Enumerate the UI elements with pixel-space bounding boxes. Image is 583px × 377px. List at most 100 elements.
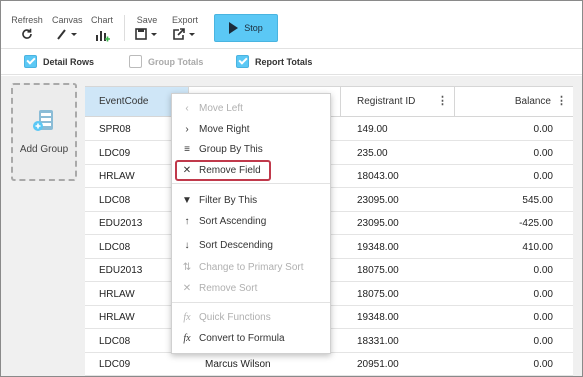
column-header-balance[interactable]: Balance ⋮ [455,87,573,117]
cell-balance: 410.00 [522,241,553,253]
arrow-down-icon: ↓ [184,240,190,251]
chevron-right-icon: › [185,124,189,135]
cell-balance: 0.00 [533,312,553,323]
fx-icon: fx [183,312,191,323]
menu-item-label: Move Right [199,124,250,135]
cell-balance: 0.00 [533,359,553,370]
menu-item-label: Filter By This [199,195,258,206]
menu-item-convert-to-formula[interactable]: fx Convert to Formula [172,329,330,349]
group-totals-toggle[interactable]: Group Totals [129,55,203,68]
cell-balance: -425.00 [519,218,553,229]
arrow-up-icon: ↑ [184,216,190,227]
menu-item-change-to-primary-sort: ⇅ Change to Primary Sort [172,258,330,278]
column-header-registrant-id[interactable]: Registrant ID ⋮ [341,87,455,117]
report-window: Refresh Canvas Chart Save Export Stop De… [0,0,583,377]
save-label: Save [136,15,158,25]
column-header-label: Balance [514,96,551,107]
cell-registrant-id: 20951.00 [357,359,399,370]
toolbar: Refresh Canvas Chart Save Export Stop [1,1,582,49]
cell-registrant-id: 23095.00 [357,218,399,229]
menu-item-sort-ascending[interactable]: ↑ Sort Ascending [172,212,330,232]
menu-item-filter-by-this[interactable]: ▼ Filter By This [172,191,330,211]
cell-balance: 0.00 [533,288,553,300]
cell-registrant-id: 18331.00 [357,335,399,347]
cell-registrant-id: 19348.00 [357,312,399,323]
export-icon [170,28,200,44]
export-label: Export [171,15,198,25]
canvas-label: Canvas [52,15,83,25]
column-context-menu: ‹ Move Left › Move Right ≡ Group By This ✕ Remo… [171,93,331,354]
cell-balance: 0.00 [533,335,553,347]
stop-label: Stop [244,23,263,33]
menu-item-label: Move Left [199,103,243,114]
menu-item-label: Group By This [199,144,263,155]
report-totals-label: Report Totals [255,56,313,67]
chart-button[interactable]: Chart [90,15,114,44]
menu-item-remove-sort: ✕ Remove Sort [172,279,330,299]
menu-item-move-left: ‹ Move Left [172,99,330,119]
menu-item-move-right[interactable]: › Move Right [172,120,330,140]
column-menu-icon[interactable]: ⋮ [556,96,567,107]
chart-label: Chart [90,15,113,25]
chevron-left-icon: ‹ [185,103,189,114]
fx-icon: fx [183,333,191,344]
menu-item-label: Remove Sort [199,283,258,294]
table-row[interactable]: LDC09 Marcus Wilson 20951.00 0.00 [85,353,573,376]
group-totals-checkbox[interactable] [129,55,142,68]
cell-registrant-id: 19348.00 [357,241,399,253]
column-header-label: Registrant ID [357,96,416,107]
cell-registrant-id: 18075.00 [357,265,399,276]
column-header-label: EventCode [99,96,149,107]
cell-registrant-id: 18075.00 [357,288,399,300]
save-button[interactable]: Save [133,15,161,44]
save-icon [133,28,161,44]
refresh-icon [11,28,43,44]
menu-item-quick-functions: fx Quick Functions [172,308,330,328]
filter-icon: ▼ [182,195,192,206]
group-lines-icon: ≡ [184,144,190,155]
group-totals-label: Group Totals [148,56,204,67]
menu-item-label: Quick Functions [199,312,271,323]
menu-item-label: Sort Ascending [199,216,267,227]
cell-balance: 0.00 [533,265,553,276]
cell-registrant-id: 18043.00 [357,171,399,182]
cell-registrant-id: 235.00 [357,147,388,159]
play-icon [229,22,239,34]
menu-item-sort-descending[interactable]: ↓ Sort Descending [172,236,330,256]
column-menu-icon[interactable]: ⋮ [437,96,448,107]
refresh-label: Refresh [11,15,43,25]
toolbar-divider [124,15,125,41]
close-icon: ✕ [182,283,192,294]
add-group-dropzone[interactable]: Add Group [11,83,77,181]
menu-item-label: Convert to Formula [199,333,285,344]
menu-divider [172,183,330,184]
cell-balance: 0.00 [533,171,553,182]
stop-button[interactable]: Stop [214,14,278,42]
cell-name: Marcus Wilson [205,359,271,370]
detail-rows-checkbox[interactable] [24,55,37,68]
add-group-icon [31,109,57,138]
cell-eventcode: LDC09 [99,359,131,370]
detail-rows-label: Detail Rows [43,56,95,67]
primary-sort-icon: ⇅ [182,262,192,273]
brush-icon [52,28,82,44]
report-totals-checkbox[interactable] [236,55,249,68]
highlight-box [175,160,271,181]
cell-registrant-id: 149.00 [357,124,388,135]
menu-item-label: Change to Primary Sort [199,262,304,273]
options-bar: Detail Rows Group Totals Report Totals [1,50,582,75]
add-group-label: Add Group [19,144,69,155]
menu-item-label: Sort Descending [199,240,273,251]
canvas-button[interactable]: Canvas [52,15,83,44]
cell-registrant-id: 23095.00 [357,194,399,206]
refresh-button[interactable]: Refresh [11,15,43,44]
export-button[interactable]: Export [170,15,200,44]
cell-balance: 0.00 [533,147,553,159]
detail-rows-toggle[interactable]: Detail Rows [24,55,94,68]
menu-item-group-by-this[interactable]: ≡ Group By This [172,140,330,160]
menu-divider [172,302,330,303]
bar-chart-icon [90,28,114,44]
cell-balance: 545.00 [522,194,553,206]
report-totals-toggle[interactable]: Report Totals [236,55,312,68]
cell-balance: 0.00 [533,124,553,135]
